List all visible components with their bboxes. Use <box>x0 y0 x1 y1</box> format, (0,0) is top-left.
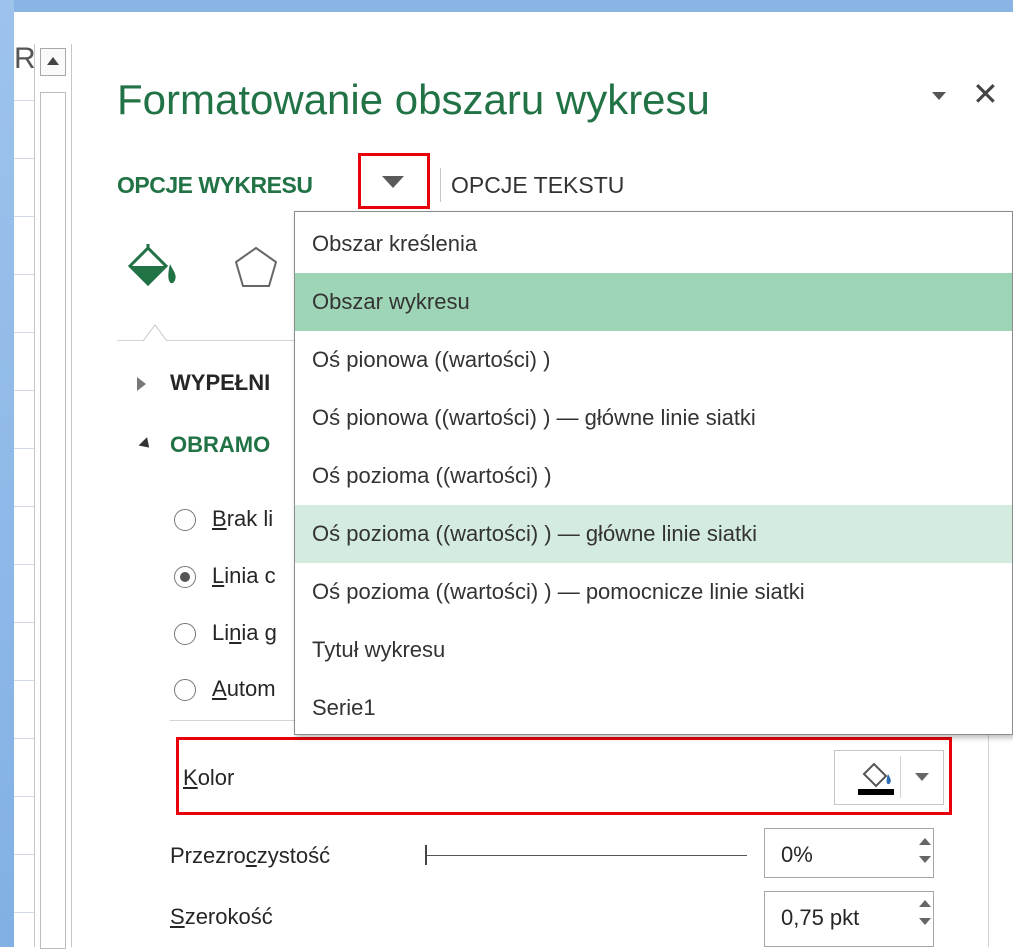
radio-solid-line[interactable] <box>174 566 196 588</box>
dropdown-item-vertical-major-gridlines[interactable]: Oś pionowa ((wartości) ) — główne linie … <box>295 389 1012 447</box>
pane-options-icon[interactable] <box>932 92 946 100</box>
spin-up-icon[interactable] <box>919 838 931 845</box>
chart-elements-dropdown[interactable]: Obszar kreślenia Obszar wykresu Oś piono… <box>294 211 1013 735</box>
fill-line-icon[interactable] <box>126 242 182 290</box>
radio-gradient-line[interactable] <box>174 623 196 645</box>
window-frame-top <box>0 0 1013 12</box>
dropdown-item-plot-area[interactable]: Obszar kreślenia <box>295 215 1012 273</box>
window-frame-left <box>0 0 14 947</box>
spin-down-icon[interactable] <box>919 918 931 925</box>
transparency-label: Przezroczystość <box>170 843 331 868</box>
section-border[interactable]: OBRAMO <box>170 432 270 458</box>
transparency-value[interactable]: 0% <box>781 842 813 868</box>
radio-no-line-label[interactable]: Brak li <box>212 506 273 532</box>
color-label: Kolor <box>183 765 235 790</box>
column-header: R <box>14 42 36 75</box>
active-tab-caret <box>143 324 167 342</box>
scroll-up-button[interactable] <box>40 48 66 76</box>
expanded-triangle-icon[interactable] <box>138 437 154 452</box>
width-value[interactable]: 0,75 pkt <box>781 905 859 931</box>
transparency-slider[interactable] <box>427 855 747 856</box>
pane-scrollbar[interactable] <box>988 700 1013 947</box>
dropdown-item-chart-title[interactable]: Tytuł wykresu <box>295 621 1012 679</box>
dropdown-item-horizontal-minor-gridlines[interactable]: Oś pozioma ((wartości) ) — pomocnicze li… <box>295 563 1012 621</box>
section-fill[interactable]: WYPEŁNI <box>170 370 270 396</box>
effects-pentagon-icon[interactable] <box>232 244 280 292</box>
pane-title: Formatowanie obszaru wykresu <box>117 76 710 123</box>
radio-no-line[interactable] <box>174 509 196 531</box>
width-label: Szerokość <box>170 904 273 929</box>
tab-text-options[interactable]: OPCJE TEKSTU <box>451 172 624 199</box>
spin-up-icon[interactable] <box>919 900 931 907</box>
dropdown-item-vertical-axis[interactable]: Oś pionowa ((wartości) ) <box>295 331 1012 389</box>
spin-down-icon[interactable] <box>919 856 931 863</box>
dropdown-item-series1[interactable]: Serie1 <box>295 679 1012 737</box>
radio-automatic[interactable] <box>174 679 196 701</box>
tab-chart-options[interactable]: OPCJE WYKRESU <box>117 172 313 199</box>
collapsed-triangle-icon[interactable] <box>137 377 146 391</box>
chevron-down-icon[interactable] <box>915 773 929 781</box>
radio-gradient-line-label[interactable]: Linia g <box>212 620 277 646</box>
scrollbar-thumb[interactable] <box>40 92 66 949</box>
dropdown-item-chart-area[interactable]: Obszar wykresu <box>295 273 1012 331</box>
chevron-down-icon <box>382 176 404 188</box>
tab-divider <box>440 168 441 202</box>
paint-bucket-icon <box>858 762 894 795</box>
dropdown-item-horizontal-major-gridlines[interactable]: Oś pozioma ((wartości) ) — główne linie … <box>295 505 1012 563</box>
radio-automatic-label[interactable]: Autom <box>212 676 276 702</box>
close-icon[interactable]: ✕ <box>972 78 999 110</box>
sheet-grid <box>14 12 34 947</box>
radio-solid-line-label[interactable]: Linia c <box>212 563 276 589</box>
color-button-divider <box>900 756 901 798</box>
dropdown-item-horizontal-axis[interactable]: Oś pozioma ((wartości) ) <box>295 447 1012 505</box>
